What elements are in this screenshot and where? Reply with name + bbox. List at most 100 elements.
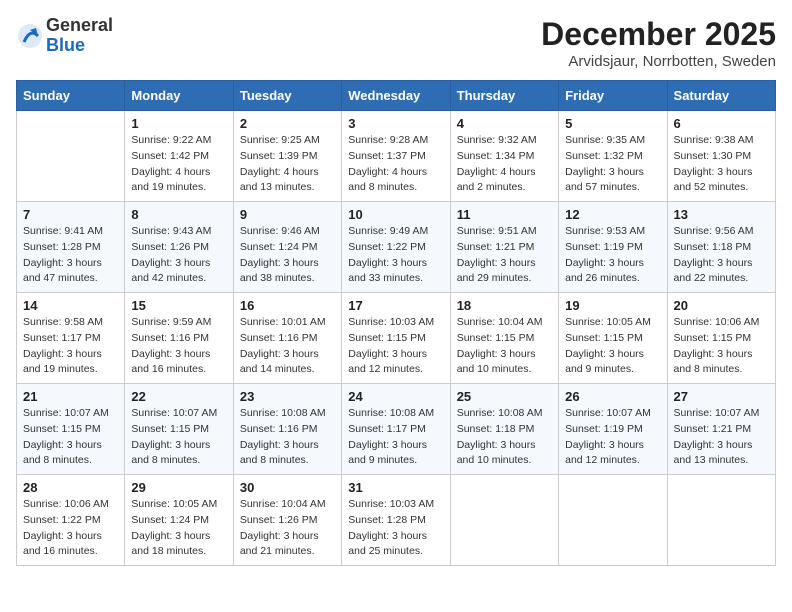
calendar-header-row: SundayMondayTuesdayWednesdayThursdayFrid…	[17, 81, 776, 111]
day-info: Sunrise: 9:28 AM Sunset: 1:37 PM Dayligh…	[348, 133, 443, 196]
day-info: Sunrise: 9:46 AM Sunset: 1:24 PM Dayligh…	[240, 224, 335, 287]
day-number: 15	[131, 298, 226, 313]
day-info: Sunrise: 10:03 AM Sunset: 1:28 PM Daylig…	[348, 497, 443, 560]
day-number: 12	[565, 207, 660, 222]
calendar-week-row: 14Sunrise: 9:58 AM Sunset: 1:17 PM Dayli…	[17, 293, 776, 384]
logo: General Blue	[16, 16, 113, 56]
day-info: Sunrise: 9:58 AM Sunset: 1:17 PM Dayligh…	[23, 315, 118, 378]
calendar-cell: 24 Sunrise: 10:08 AM Sunset: 1:17 PM Dayl…	[342, 384, 450, 475]
day-info: Sunrise: 10:03 AM Sunset: 1:15 PM Daylig…	[348, 315, 443, 378]
day-info: Sunrise: 10:06 AM Sunset: 1:22 PM Daylig…	[23, 497, 118, 560]
logo-icon	[16, 22, 44, 50]
day-info: Sunrise: 9:38 AM Sunset: 1:30 PM Dayligh…	[674, 133, 769, 196]
location: Arvidsjaur, Norrbotten, Sweden	[541, 53, 776, 70]
day-info: Sunrise: 9:43 AM Sunset: 1:26 PM Dayligh…	[131, 224, 226, 287]
day-number: 3	[348, 116, 443, 131]
day-info: Sunrise: 10:08 AM Sunset: 1:17 PM Daylig…	[348, 406, 443, 469]
day-info: Sunrise: 10:08 AM Sunset: 1:18 PM Daylig…	[457, 406, 552, 469]
month-title: December 2025	[541, 16, 776, 53]
day-number: 24	[348, 389, 443, 404]
calendar-week-row: 7 Sunrise: 9:41 AM Sunset: 1:28 PM Daylig…	[17, 202, 776, 293]
header-saturday: Saturday	[667, 81, 775, 111]
day-number: 28	[23, 480, 118, 495]
calendar-cell: 30 Sunrise: 10:04 AM Sunset: 1:26 PM Dayl…	[233, 475, 341, 566]
calendar-cell: 14Sunrise: 9:58 AM Sunset: 1:17 PM Dayli…	[17, 293, 125, 384]
header-friday: Friday	[559, 81, 667, 111]
calendar-cell: 22 Sunrise: 10:07 AM Sunset: 1:15 PM Dayl…	[125, 384, 233, 475]
calendar-cell	[17, 111, 125, 202]
day-number: 17	[348, 298, 443, 313]
day-number: 19	[565, 298, 660, 313]
calendar-cell: 18Sunrise: 10:04 AM Sunset: 1:15 PM Dayl…	[450, 293, 558, 384]
day-number: 1	[131, 116, 226, 131]
day-number: 16	[240, 298, 335, 313]
title-block: December 2025 Arvidsjaur, Norrbotten, Sw…	[541, 16, 776, 70]
calendar-cell: 17 Sunrise: 10:03 AM Sunset: 1:15 PM Dayl…	[342, 293, 450, 384]
day-info: Sunrise: 9:41 AM Sunset: 1:28 PM Dayligh…	[23, 224, 118, 287]
calendar-cell: 13Sunrise: 9:56 AM Sunset: 1:18 PM Dayli…	[667, 202, 775, 293]
day-info: Sunrise: 9:25 AM Sunset: 1:39 PM Dayligh…	[240, 133, 335, 196]
header-sunday: Sunday	[17, 81, 125, 111]
calendar-table: SundayMondayTuesdayWednesdayThursdayFrid…	[16, 80, 776, 566]
logo-general: General	[46, 16, 113, 36]
day-number: 10	[348, 207, 443, 222]
day-number: 20	[674, 298, 769, 313]
day-number: 29	[131, 480, 226, 495]
day-info: Sunrise: 10:07 AM Sunset: 1:21 PM Daylig…	[674, 406, 769, 469]
day-info: Sunrise: 9:32 AM Sunset: 1:34 PM Dayligh…	[457, 133, 552, 196]
calendar-cell: 15 Sunrise: 9:59 AM Sunset: 1:16 PM Dayli…	[125, 293, 233, 384]
calendar-cell: 10 Sunrise: 9:49 AM Sunset: 1:22 PM Dayli…	[342, 202, 450, 293]
calendar-cell: 7 Sunrise: 9:41 AM Sunset: 1:28 PM Daylig…	[17, 202, 125, 293]
calendar-cell: 29 Sunrise: 10:05 AM Sunset: 1:24 PM Dayl…	[125, 475, 233, 566]
calendar-cell: 3 Sunrise: 9:28 AM Sunset: 1:37 PM Daylig…	[342, 111, 450, 202]
calendar-cell: 21Sunrise: 10:07 AM Sunset: 1:15 PM Dayl…	[17, 384, 125, 475]
day-info: Sunrise: 10:07 AM Sunset: 1:15 PM Daylig…	[23, 406, 118, 469]
calendar-cell: 27Sunrise: 10:07 AM Sunset: 1:21 PM Dayl…	[667, 384, 775, 475]
calendar-cell: 28 Sunrise: 10:06 AM Sunset: 1:22 PM Dayl…	[17, 475, 125, 566]
day-number: 18	[457, 298, 552, 313]
calendar-week-row: 1 Sunrise: 9:22 AM Sunset: 1:42 PM Daylig…	[17, 111, 776, 202]
header-wednesday: Wednesday	[342, 81, 450, 111]
day-number: 7	[23, 207, 118, 222]
header-tuesday: Tuesday	[233, 81, 341, 111]
calendar-cell: 20 Sunrise: 10:06 AM Sunset: 1:15 PM Dayl…	[667, 293, 775, 384]
calendar-cell: 6 Sunrise: 9:38 AM Sunset: 1:30 PM Daylig…	[667, 111, 775, 202]
page-header: General Blue December 2025 Arvidsjaur, N…	[16, 16, 776, 70]
day-info: Sunrise: 10:04 AM Sunset: 1:26 PM Daylig…	[240, 497, 335, 560]
day-info: Sunrise: 10:06 AM Sunset: 1:15 PM Daylig…	[674, 315, 769, 378]
day-info: Sunrise: 10:07 AM Sunset: 1:19 PM Daylig…	[565, 406, 660, 469]
calendar-week-row: 21Sunrise: 10:07 AM Sunset: 1:15 PM Dayl…	[17, 384, 776, 475]
day-info: Sunrise: 9:53 AM Sunset: 1:19 PM Dayligh…	[565, 224, 660, 287]
calendar-cell: 19 Sunrise: 10:05 AM Sunset: 1:15 PM Dayl…	[559, 293, 667, 384]
day-info: Sunrise: 10:05 AM Sunset: 1:24 PM Daylig…	[131, 497, 226, 560]
day-info: Sunrise: 9:35 AM Sunset: 1:32 PM Dayligh…	[565, 133, 660, 196]
day-info: Sunrise: 9:51 AM Sunset: 1:21 PM Dayligh…	[457, 224, 552, 287]
day-number: 9	[240, 207, 335, 222]
logo-blue: Blue	[46, 36, 113, 56]
day-info: Sunrise: 10:01 AM Sunset: 1:16 PM Daylig…	[240, 315, 335, 378]
day-number: 26	[565, 389, 660, 404]
day-number: 23	[240, 389, 335, 404]
calendar-cell: 31Sunrise: 10:03 AM Sunset: 1:28 PM Dayl…	[342, 475, 450, 566]
calendar-cell	[559, 475, 667, 566]
calendar-cell	[450, 475, 558, 566]
calendar-cell: 16 Sunrise: 10:01 AM Sunset: 1:16 PM Dayl…	[233, 293, 341, 384]
calendar-cell: 25 Sunrise: 10:08 AM Sunset: 1:18 PM Dayl…	[450, 384, 558, 475]
day-number: 22	[131, 389, 226, 404]
day-number: 5	[565, 116, 660, 131]
calendar-cell	[667, 475, 775, 566]
header-monday: Monday	[125, 81, 233, 111]
day-info: Sunrise: 9:59 AM Sunset: 1:16 PM Dayligh…	[131, 315, 226, 378]
calendar-cell: 4Sunrise: 9:32 AM Sunset: 1:34 PM Daylig…	[450, 111, 558, 202]
day-info: Sunrise: 10:07 AM Sunset: 1:15 PM Daylig…	[131, 406, 226, 469]
day-info: Sunrise: 9:49 AM Sunset: 1:22 PM Dayligh…	[348, 224, 443, 287]
day-number: 30	[240, 480, 335, 495]
day-info: Sunrise: 9:22 AM Sunset: 1:42 PM Dayligh…	[131, 133, 226, 196]
day-info: Sunrise: 10:05 AM Sunset: 1:15 PM Daylig…	[565, 315, 660, 378]
calendar-cell: 9 Sunrise: 9:46 AM Sunset: 1:24 PM Daylig…	[233, 202, 341, 293]
day-number: 25	[457, 389, 552, 404]
calendar-cell: 8Sunrise: 9:43 AM Sunset: 1:26 PM Daylig…	[125, 202, 233, 293]
day-number: 6	[674, 116, 769, 131]
header-thursday: Thursday	[450, 81, 558, 111]
calendar-cell: 26 Sunrise: 10:07 AM Sunset: 1:19 PM Dayl…	[559, 384, 667, 475]
